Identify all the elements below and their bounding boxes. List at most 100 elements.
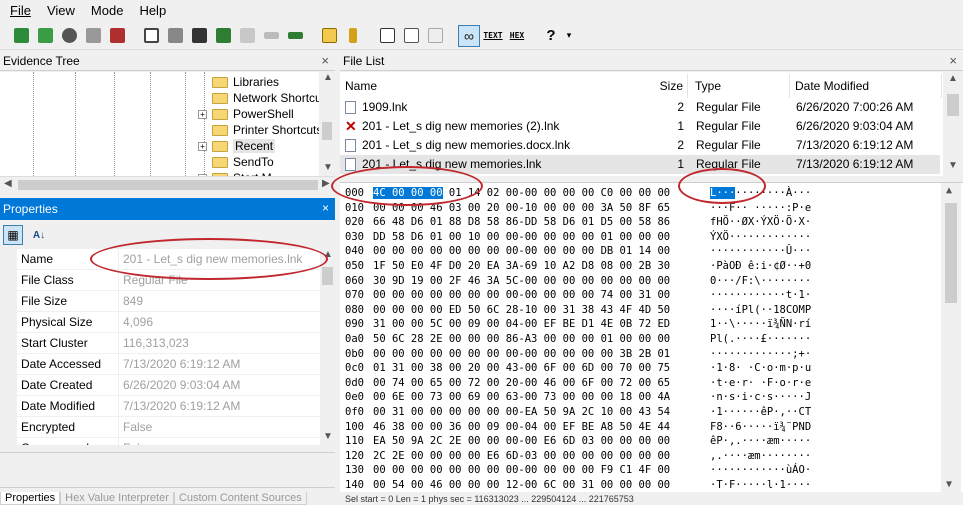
text-view-icon[interactable]: TEXT	[482, 25, 504, 47]
property-row[interactable]: Physical Size 4,096	[0, 311, 320, 333]
hex-ascii[interactable]: ,.····æm········	[710, 448, 811, 464]
hex-bytes[interactable]: 66 48 D6 01 88 D8 58 86-DD 58 D6 01 D5 0…	[373, 214, 670, 230]
obtain-protected-files-icon[interactable]	[318, 25, 340, 47]
hex-ascii[interactable]: ·T·F·····l·1····	[710, 477, 811, 493]
tree-item[interactable]: Libraries	[212, 74, 279, 90]
print-icon[interactable]	[236, 25, 258, 47]
tree-item[interactable]: Printer Shortcuts	[212, 122, 322, 138]
auto-view-icon[interactable]: ∞	[458, 24, 480, 47]
hex-bytes[interactable]: EA 50 9A 2C 2E 00 00 00-00 E6 6D 03 00 0…	[373, 433, 670, 449]
key-icon[interactable]	[342, 25, 364, 47]
hex-vertical-scrollbar[interactable]: ▲ ▼	[941, 183, 961, 493]
hex-ascii[interactable]: ···F·· ·····:P·e	[710, 200, 811, 216]
hex-bytes[interactable]: 00 00 00 00 00 00 00 00-00 00 00 00 DB 0…	[373, 243, 670, 259]
categorized-view-icon[interactable]: ▦	[3, 225, 23, 245]
add-all-evidence-icon[interactable]	[34, 25, 56, 47]
hex-ascii[interactable]: ·n·s·i·c·s·····J	[710, 389, 811, 405]
hex-ascii[interactable]: ·t·e·r· ·F·o·r·e	[710, 375, 811, 391]
hex-ascii[interactable]: ····íPl(··18COMP	[710, 302, 811, 318]
save-icon[interactable]	[188, 25, 210, 47]
hex-bytes[interactable]: 31 00 00 5C 00 09 00 04-00 EF BE D1 4E 0…	[373, 316, 670, 332]
help-icon[interactable]: ?	[540, 25, 562, 47]
hex-bytes[interactable]: 1F 50 E0 4F D0 20 EA 3A-69 10 A2 D8 08 0…	[373, 258, 670, 274]
hex-ascii[interactable]: 0···/F:\········	[710, 273, 811, 289]
hex-ascii[interactable]: ·PàOÐ ê:i·¢Ø··+0	[710, 258, 811, 274]
create-disk-image-icon[interactable]	[140, 25, 162, 47]
property-row[interactable]: File Class Regular File	[0, 269, 320, 291]
new-document-icon[interactable]	[376, 25, 398, 47]
hex-ascii[interactable]: F8··6·····ï¾¨PND	[710, 419, 811, 435]
tab-properties[interactable]: Properties	[0, 492, 61, 505]
hex-ascii[interactable]: Pl(.····£·······	[710, 331, 811, 347]
tab-hex-value-interpreter[interactable]: Hex Value Interpreter	[60, 492, 174, 505]
hex-bytes[interactable]: 00 74 00 65 00 72 00 20-00 46 00 6F 00 7…	[373, 375, 670, 391]
toolbar-overflow-icon[interactable]: ▾	[564, 25, 574, 47]
hex-view-icon[interactable]: HEX	[506, 25, 528, 47]
column-header-date-modified[interactable]: Date Modified	[790, 74, 942, 98]
hex-ascii[interactable]: ············t·1·	[710, 287, 811, 303]
hex-bytes[interactable]: 00 00 00 00 00 00 00 00-00 00 00 00 00 3…	[373, 346, 670, 362]
add-evidence-icon[interactable]	[10, 25, 32, 47]
hex-bytes[interactable]: 00 6E 00 73 00 69 00 63-00 73 00 00 00 1…	[373, 389, 670, 405]
hex-ascii[interactable]: L···········À···	[710, 185, 811, 201]
hex-bytes[interactable]: 00 00 00 46 03 00 20 00-10 00 00 00 3A 5…	[373, 200, 670, 216]
close-icon[interactable]: ×	[949, 53, 957, 68]
menu-mode[interactable]: Mode	[91, 3, 124, 18]
hex-bytes[interactable]: 00 31 00 00 00 00 00 00-EA 50 9A 2C 10 0…	[373, 404, 670, 420]
property-row[interactable]: Start Cluster 116,313,023	[0, 332, 320, 354]
hex-ascii[interactable]: ············ùÁO·	[710, 462, 811, 478]
remove-all-evidence-icon[interactable]	[106, 25, 128, 47]
property-row[interactable]: File Size 849	[0, 290, 320, 312]
menu-view[interactable]: View	[47, 3, 75, 18]
hex-bytes[interactable]: 4C 00 00 00 01 14 02 00-00 00 00 00 C0 0…	[373, 185, 670, 201]
hex-ascii[interactable]: ············Û···	[710, 243, 811, 259]
remove-evidence-icon[interactable]	[82, 25, 104, 47]
column-header-size[interactable]: Size	[628, 74, 688, 98]
tree-item[interactable]: SendTo	[212, 154, 274, 170]
drive-icon[interactable]	[260, 25, 282, 47]
hex-bytes[interactable]: 01 31 00 38 00 20 00 43-00 6F 00 6D 00 7…	[373, 360, 670, 376]
menu-help[interactable]: Help	[139, 3, 166, 18]
tree-vertical-scrollbar[interactable]: ▲ ▼	[319, 72, 335, 176]
property-row[interactable]: CompressedFalse	[0, 437, 320, 445]
hex-bytes[interactable]: 46 38 00 00 36 00 09 00-04 00 EF BE A8 5…	[373, 419, 670, 435]
file-row[interactable]: 201 - Let_s dig new memories.docx.lnk 2 Re…	[340, 136, 940, 155]
column-header-type[interactable]: Type	[690, 74, 790, 98]
hex-ascii[interactable]: ·1······êP·,··CT	[710, 404, 811, 420]
hex-ascii[interactable]: êP·,.····æm·····	[710, 433, 811, 449]
property-row[interactable]: Name 201 - Let_s dig new memories.lnk	[0, 249, 320, 270]
hex-bytes[interactable]: 30 9D 19 00 2F 46 3A 5C-00 00 00 00 00 0…	[373, 273, 670, 289]
memory-icon[interactable]	[284, 25, 306, 47]
tree-item[interactable]: + PowerShell	[198, 106, 294, 122]
tab-custom-content-sources[interactable]: Custom Content Sources	[173, 492, 307, 505]
evidence-tree[interactable]: Libraries Network Shortcuts + PowerShell Pri…	[0, 72, 335, 176]
hex-bytes[interactable]: 00 54 00 46 00 00 00 12-00 6C 00 31 00 0…	[373, 477, 670, 493]
hex-bytes[interactable]: 00 00 00 00 00 00 00 00-00 00 00 00 74 0…	[373, 287, 670, 303]
file-row[interactable]: 201 - Let_s dig new memories.lnk 1 Regular…	[340, 155, 940, 174]
tree-item[interactable]: Network Shortcuts	[212, 90, 331, 106]
hex-ascii[interactable]: ·1·8· ·C·o·m·p·u	[710, 360, 811, 376]
property-row[interactable]: Encrypted False	[0, 416, 320, 438]
property-row[interactable]: Date Accessed 7/13/2020 6:19:12 AM	[0, 353, 320, 375]
expand-icon[interactable]: +	[198, 109, 207, 119]
hex-view[interactable]: 000 4C 00 00 00 01 14 02 00-00 00 00 00 C…	[340, 182, 963, 493]
property-row[interactable]: Date Created 6/26/2020 9:03:04 AM	[0, 374, 320, 396]
image-file-icon[interactable]	[58, 25, 80, 47]
export-disk-image-icon[interactable]	[164, 25, 186, 47]
sort-alpha-icon[interactable]: A↓	[29, 225, 49, 245]
hex-bytes[interactable]: 00 00 00 00 ED 50 6C 28-10 00 31 38 43 4…	[373, 302, 670, 318]
tree-horizontal-scrollbar[interactable]: ◀ ▶	[0, 176, 335, 192]
file-row[interactable]: ✕ 201 - Let_s dig new memories (2).lnk 1 Re…	[340, 117, 940, 136]
hex-bytes[interactable]: 00 00 00 00 00 00 00 00-00 00 00 00 F9 C…	[373, 462, 670, 478]
close-icon[interactable]: ×	[322, 201, 329, 215]
file-row[interactable]: 1909.lnk 2 Regular File 6/26/2020 7:00:26 A…	[340, 98, 940, 117]
hex-ascii[interactable]: ·············;+·	[710, 346, 811, 362]
document-list-icon[interactable]	[424, 25, 446, 47]
hex-bytes[interactable]: DD 58 D6 01 00 10 00 00-00 00 00 00 01 0…	[373, 229, 670, 245]
file-list-vertical-scrollbar[interactable]: ▲ ▼	[943, 72, 963, 176]
hex-ascii[interactable]: 1··\·····ï¾ÑN·rí	[710, 316, 811, 332]
hex-ascii[interactable]: ÝXÖ·············	[710, 229, 811, 245]
tree-item[interactable]: + Recent	[198, 138, 276, 154]
hex-bytes[interactable]: 50 6C 28 2E 00 00 00 86-A3 00 00 00 01 0…	[373, 331, 670, 347]
copy-document-icon[interactable]	[400, 25, 422, 47]
